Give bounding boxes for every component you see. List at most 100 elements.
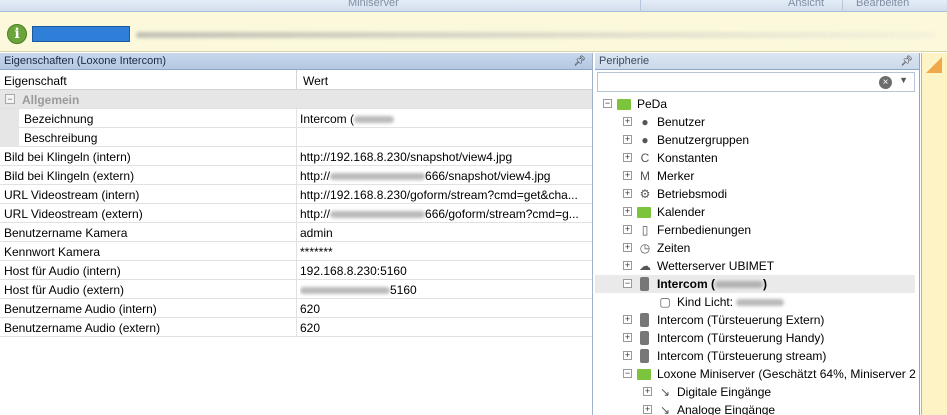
corner-marker-icon [926,57,942,73]
tree-node[interactable]: + M Merker [595,167,915,185]
tree-node[interactable]: ▢ Kind Licht: [595,293,915,311]
tree-node-label: Wetterserver UBIMET [657,259,775,273]
column-header-property[interactable]: Eigenschaft [4,74,67,88]
expand-icon[interactable]: + [623,261,632,270]
tree-node-label: Merker [657,169,695,183]
tree-node[interactable]: + ▯ Fernbedienungen [595,221,915,239]
expand-icon[interactable]: + [623,333,632,342]
property-value[interactable]: Intercom ( [300,112,590,126]
tree-node[interactable]: + ⚙ Betriebsmodi [595,185,915,203]
property-row[interactable]: Beschreibung [0,128,592,147]
property-value[interactable]: 5160 [300,283,590,297]
property-value[interactable]: http://192.168.8.230/snapshot/view4.jpg [300,150,590,164]
tree-node[interactable]: + Intercom (Türsteuerung stream) [595,347,915,365]
intercom-icon [640,331,649,345]
property-value[interactable]: 620 [300,321,590,335]
property-name: Bezeichnung [24,112,94,126]
column-divider[interactable] [296,70,297,90]
collapse-icon[interactable]: − [623,279,632,288]
property-row[interactable]: URL Videostream (extern) http://666/gofor… [0,204,592,223]
pin-icon[interactable]: 📌︎ [900,53,913,70]
clock-icon: ◷ [639,241,651,255]
property-row[interactable]: Kennwort Kamera ******* [0,242,592,261]
collapse-icon[interactable]: − [5,94,15,104]
expand-icon[interactable]: + [623,243,632,252]
tree-node[interactable]: + ↘ Analoge Eingänge [595,401,915,415]
expand-icon[interactable]: + [623,189,632,198]
tree-node-label: Fernbedienungen [657,223,752,237]
analog-input-icon: ↘ [659,403,671,415]
row-indent [0,128,19,147]
peripherie-panel-title-text: Peripherie [599,55,650,67]
expand-icon[interactable]: + [623,153,632,162]
property-group-allgemein[interactable]: − Allgemein [0,90,592,109]
tree-node-label: Kalender [657,205,706,219]
info-highlight-field[interactable] [32,26,130,42]
tree-node[interactable]: + ● Benutzergruppen [595,131,915,149]
ribbon-bar: Miniserver Ansicht Bearbeiten [0,0,947,12]
ribbon-separator [640,0,641,12]
properties-column-header: Eigenschaft Wert [0,70,592,90]
weather-icon: ☁ [639,259,651,273]
tree-node-label: Betriebsmodi [657,187,728,201]
expand-icon[interactable]: + [623,135,632,144]
tree-node[interactable]: + ☁ Wetterserver UBIMET [595,257,915,275]
digital-input-icon: ↘ [659,385,671,399]
tree-node[interactable]: − Loxone Miniserver (Geschätzt 64%, Minis… [595,365,916,383]
tree-node-label: Intercom (Türsteuerung Extern) [657,313,825,327]
tree-node[interactable]: + Intercom (Türsteuerung Extern) [595,311,915,329]
property-value[interactable]: http://666/snapshot/view4.jpg [300,169,590,183]
cell-divider [296,242,297,261]
row-indent [0,109,19,128]
expand-icon[interactable]: + [623,225,632,234]
expand-icon[interactable]: + [623,117,632,126]
tree-node[interactable]: + Intercom (Türsteuerung Handy) [595,329,915,347]
tree-node[interactable]: + ● Benutzer [595,113,915,131]
calendar-icon [637,207,651,218]
tree-node-label: Konstanten [657,151,718,165]
property-value[interactable]: http://192.168.8.230/goform/stream?cmd=g… [300,188,590,202]
property-row[interactable]: Bild bei Klingeln (intern) http://192.168… [0,147,592,166]
clear-search-icon[interactable]: × [879,76,892,89]
expand-icon[interactable]: + [643,405,652,414]
properties-panel-title-text: Eigenschaften (Loxone Intercom) [4,55,167,67]
collapse-icon[interactable]: − [603,99,612,108]
property-row[interactable]: Benutzername Kamera admin [0,223,592,242]
property-row[interactable]: Benutzername Audio (intern) 620 [0,299,592,318]
redacted-text [330,211,426,219]
tree-node[interactable]: + C Konstanten [595,149,915,167]
ribbon-group-miniserver: Miniserver [348,0,399,9]
column-header-value[interactable]: Wert [303,74,328,88]
tree-node[interactable]: + ↘ Digitale Eingänge [595,383,915,401]
property-group-label: Allgemein [22,93,80,107]
intercom-icon [640,349,649,363]
property-row[interactable]: Bild bei Klingeln (extern) http://666/sna… [0,166,592,185]
property-value[interactable]: admin [300,226,590,240]
tree-node[interactable]: + Kalender [595,203,915,221]
property-value[interactable]: 192.168.8.230:5160 [300,264,590,278]
property-name: Benutzername Audio (extern) [4,321,161,335]
property-value[interactable]: 620 [300,302,590,316]
expand-icon[interactable]: + [623,315,632,324]
property-value[interactable]: http://666/goform/stream?cmd=g... [300,207,590,221]
expand-icon[interactable]: + [623,171,632,180]
redacted-text [354,116,395,124]
expand-icon[interactable]: + [643,387,652,396]
tree-node[interactable]: − PeDa [595,95,915,113]
expand-icon[interactable]: + [623,207,632,216]
expand-icon[interactable]: + [623,351,632,360]
gear-icon: ⚙ [639,187,651,201]
tree-node[interactable]: + ◷ Zeiten [595,239,915,257]
cell-divider [296,261,297,280]
tree-node[interactable]: − Intercom () [595,275,915,293]
property-value[interactable]: ******* [300,245,590,259]
property-row[interactable]: Host für Audio (extern) 5160 [0,280,592,299]
pin-icon[interactable]: 📌︎ [573,53,586,70]
peripherie-search-input[interactable]: × ▼ [597,72,915,92]
chevron-down-icon[interactable]: ▼ [899,75,908,85]
property-row[interactable]: Host für Audio (intern) 192.168.8.230:516… [0,261,592,280]
property-row[interactable]: Bezeichnung Intercom ( [0,109,592,128]
property-row[interactable]: Benutzername Audio (extern) 620 [0,318,592,337]
property-row[interactable]: URL Videostream (intern) http://192.168.8… [0,185,592,204]
collapse-icon[interactable]: − [623,369,632,378]
